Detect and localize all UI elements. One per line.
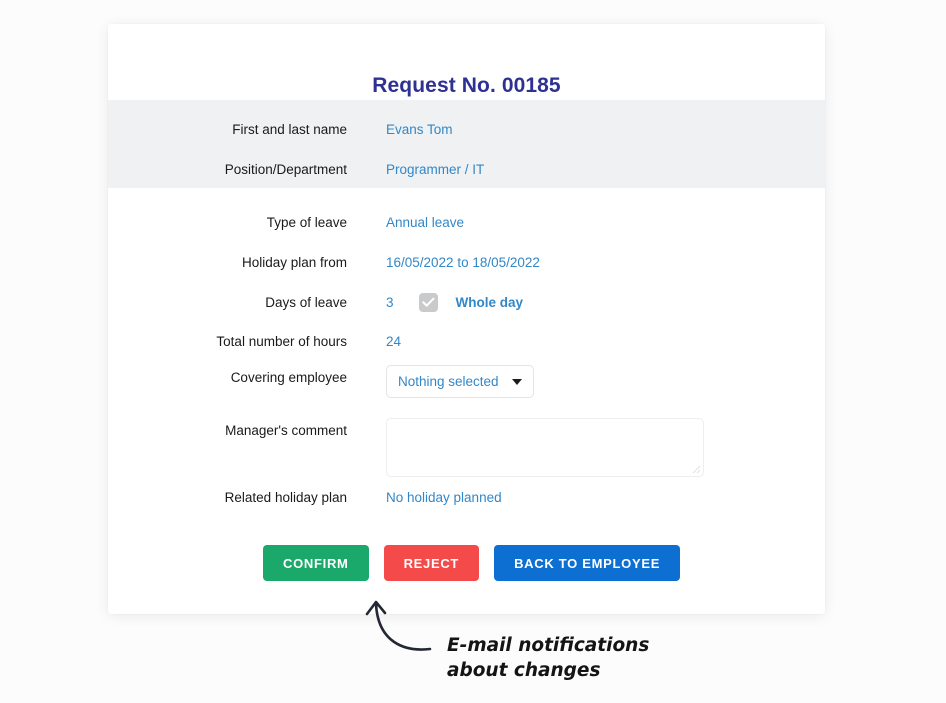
field-value-first-last-name: Evans Tom (386, 121, 453, 137)
field-value-type-of-leave: Annual leave (386, 214, 465, 230)
field-row-managers-comment: Manager's comment (108, 418, 825, 477)
page-title: Request No. 00185 (372, 74, 561, 97)
managers-comment-control (386, 418, 704, 477)
days-of-leave-group: 3 Whole day (386, 292, 524, 312)
field-row-holiday-plan-from: Holiday plan from 16/05/2022 to 18/05/20… (108, 251, 825, 273)
field-label-first-last-name: First and last name (232, 121, 347, 137)
field-row-days-of-leave: Days of leave 3 Whole day (108, 291, 825, 313)
field-row-covering-employee: Covering employee Nothing selected (108, 365, 825, 398)
field-row-total-hours: Total number of hours 24 (108, 330, 825, 352)
back-to-employee-button[interactable]: BACK TO EMPLOYEE (494, 545, 681, 581)
covering-employee-select[interactable]: Nothing selected (386, 365, 534, 398)
field-label-total-hours: Total number of hours (216, 333, 347, 349)
field-row-type-of-leave: Type of leave Annual leave (108, 211, 825, 233)
field-value-total-hours: 24 (386, 333, 402, 349)
confirm-button[interactable]: CONFIRM (263, 545, 369, 581)
field-label-holiday-plan-from: Holiday plan from (241, 254, 347, 270)
field-row-position-department: Position/Department Programmer / IT (108, 158, 825, 180)
resize-grip-icon[interactable] (689, 462, 701, 474)
field-label-related-holiday-plan: Related holiday plan (224, 489, 347, 505)
field-label-managers-comment: Manager's comment (225, 423, 347, 438)
days-of-leave-count: 3 (386, 294, 394, 310)
field-label-covering-employee: Covering employee (230, 370, 347, 385)
whole-day-checkbox[interactable] (418, 292, 438, 312)
annotation-label: E-mail notifications about changes (447, 635, 650, 681)
field-row-first-last-name: First and last name Evans Tom (108, 118, 825, 140)
action-buttons: CONFIRM REJECT BACK TO EMPLOYEE (263, 545, 681, 581)
chevron-down-icon (512, 378, 522, 385)
request-card: Request No. 00185 First and last name Ev… (108, 24, 825, 614)
annotation-arrow-icon (365, 600, 432, 651)
field-value-holiday-plan-from: 16/05/2022 to 18/05/2022 (386, 254, 540, 270)
covering-employee-control: Nothing selected (386, 365, 534, 398)
field-label-type-of-leave: Type of leave (266, 214, 347, 230)
whole-day-label: Whole day (455, 294, 524, 310)
field-value-position-department: Programmer / IT (386, 161, 485, 177)
check-icon (421, 297, 434, 307)
field-value-related-holiday-plan: No holiday planned (386, 489, 502, 505)
field-label-days-of-leave: Days of leave (265, 294, 347, 310)
managers-comment-textarea[interactable] (386, 418, 704, 477)
field-label-position-department: Position/Department (224, 161, 347, 177)
field-row-related-holiday-plan: Related holiday plan No holiday planned (108, 486, 825, 508)
reject-button[interactable]: REJECT (383, 545, 480, 581)
covering-employee-selected-value: Nothing selected (398, 374, 499, 389)
